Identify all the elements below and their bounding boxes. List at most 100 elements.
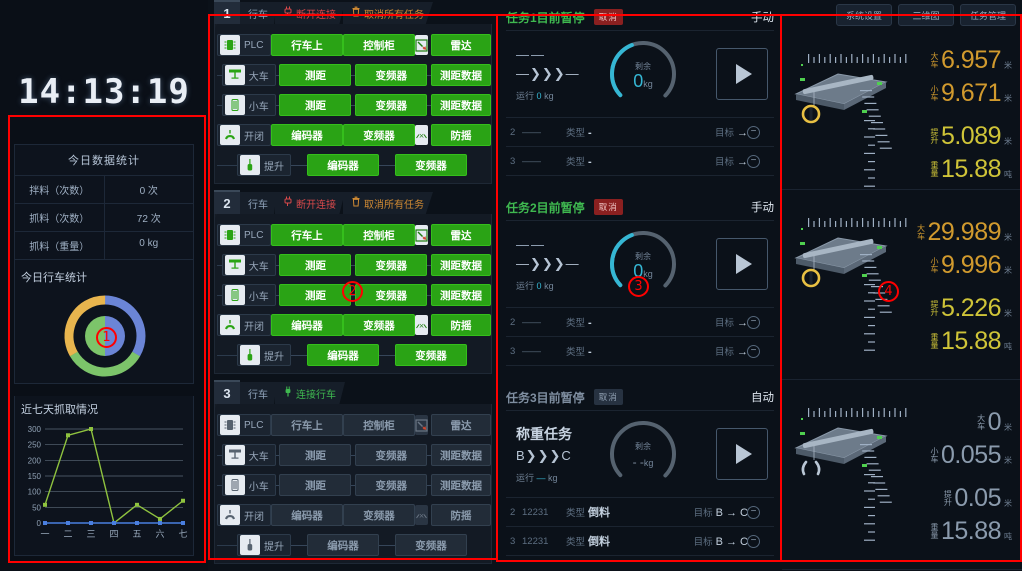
device-chip[interactable]: 开闭	[217, 124, 271, 146]
status-chip-stage3[interactable]: 测距数据	[431, 474, 491, 496]
status-chip-stage2[interactable]: 变频器	[343, 314, 415, 336]
cancel-all-tasks-button[interactable]: 取消所有任务	[343, 2, 433, 24]
play-icon	[736, 64, 752, 84]
status-chip-stage3[interactable]: 测距数据	[431, 444, 491, 466]
measurement-unit: 米	[1004, 265, 1012, 276]
status-chip-stage1[interactable]: 编码器	[271, 504, 343, 526]
play-task-button[interactable]	[716, 428, 768, 480]
device-chip[interactable]: 大车	[222, 254, 276, 276]
status-chip-stage2[interactable]: 控制柜	[343, 414, 415, 436]
device-chip[interactable]: 开闭	[217, 504, 271, 526]
crane-device-row: PLC行车上控制柜雷达	[215, 30, 491, 60]
device-chip[interactable]: 小车	[222, 94, 276, 116]
status-chip-stage3[interactable]: 雷达	[431, 414, 491, 436]
status-chip-stage2[interactable]: 控制柜	[343, 34, 415, 56]
tab-crane-label: 行车	[248, 386, 268, 401]
status-chip-stage3[interactable]: 测距数据	[431, 284, 491, 306]
device-chip[interactable]: 开闭	[217, 314, 271, 336]
remove-queue-item-button[interactable]: −	[747, 535, 760, 548]
remove-queue-item-button[interactable]: −	[747, 155, 760, 168]
status-chip-stage1[interactable]: 编码器	[307, 344, 379, 366]
status-chip-stage2[interactable]: 变频器	[355, 64, 427, 86]
measurement-label: 小车	[928, 85, 939, 101]
device-chip[interactable]: 提升	[237, 534, 291, 556]
cancel-task-button[interactable]: 取消	[594, 9, 623, 25]
trash-icon	[351, 6, 361, 20]
status-chip-stage2[interactable]: 变频器	[355, 474, 427, 496]
gantry-icon	[225, 445, 245, 465]
cancel-all-tasks-button[interactable]: 取消所有任务	[343, 192, 433, 214]
status-chip-stage1[interactable]: 测距	[279, 284, 351, 306]
hoist-icon	[240, 155, 260, 175]
device-chip[interactable]: PLC	[217, 34, 271, 56]
queue-goal-label: 目标	[715, 318, 734, 329]
crane-device-row: 小车测距变频器测距数据	[215, 470, 491, 500]
remove-queue-item-button[interactable]: −	[747, 345, 760, 358]
status-chip-stage2[interactable]: 变频器	[355, 254, 427, 276]
status-chip-stage3[interactable]: 防摇	[431, 124, 491, 146]
status-chip-stage2[interactable]: 变频器	[343, 504, 415, 526]
remove-queue-item-button[interactable]: −	[747, 506, 760, 519]
queue-goal: 目标→	[715, 344, 748, 358]
status-chip-stage2[interactable]: 变频器	[355, 444, 427, 466]
remove-queue-item-button[interactable]: −	[747, 316, 760, 329]
device-chip[interactable]: 大车	[222, 444, 276, 466]
measurement-unit: 米	[1004, 232, 1012, 243]
status-chip-stage3[interactable]: 雷达	[431, 34, 491, 56]
measurement-block-1: 大车6.957米小车9.671米提升5.089米重量15.88吨	[782, 0, 1022, 190]
status-chip-stage1[interactable]: 测距	[279, 474, 351, 496]
tab-crane[interactable]: 行车	[240, 192, 277, 214]
measurement-value: 15.88	[941, 517, 1001, 546]
status-chip-stage2[interactable]: 变频器	[395, 344, 467, 366]
play-task-button[interactable]	[716, 238, 768, 290]
gauge-value: - -	[633, 455, 644, 469]
status-chip-stage1[interactable]: 行车上	[271, 34, 343, 56]
measurement-row-小车: 小车0.055米	[884, 441, 1012, 470]
connector-line	[291, 165, 307, 166]
crane-device-row: 小车测距变频器测距数据	[215, 280, 491, 310]
status-chip-stage3[interactable]: 防摇	[431, 504, 491, 526]
status-chip-stage1[interactable]: 测距	[279, 254, 351, 276]
connect-crane-button[interactable]: 连接行车	[275, 382, 345, 404]
status-chip-stage1[interactable]: 编码器	[307, 534, 379, 556]
device-chip[interactable]: 小车	[222, 474, 276, 496]
status-chip-stage3[interactable]: 雷达	[431, 224, 491, 246]
status-chip-stage2[interactable]: 变频器	[355, 94, 427, 116]
status-chip-stage1[interactable]: 编码器	[307, 154, 379, 176]
status-chip-stage1[interactable]: 行车上	[271, 414, 343, 436]
trolley-icon	[225, 285, 245, 305]
status-chip-stage1[interactable]: 行车上	[271, 224, 343, 246]
status-chip-stage3[interactable]: 防摇	[431, 314, 491, 336]
device-chip[interactable]: 提升	[237, 154, 291, 176]
status-chip-stage2[interactable]: 变频器	[395, 154, 467, 176]
row-stub	[217, 165, 237, 166]
play-task-button[interactable]	[716, 48, 768, 100]
vertical-ruler	[864, 284, 875, 356]
status-chip-stage3[interactable]: 测距数据	[431, 94, 491, 116]
status-chip-stage1[interactable]: 测距	[279, 94, 351, 116]
status-chip-stage2[interactable]: 变频器	[355, 284, 427, 306]
status-chip-stage3[interactable]: 测距数据	[431, 64, 491, 86]
device-chip[interactable]: PLC	[217, 224, 271, 246]
status-chip-stage2[interactable]: 变频器	[343, 124, 415, 146]
device-chip[interactable]: 小车	[222, 284, 276, 306]
tab-crane[interactable]: 行车	[240, 2, 277, 24]
status-chip-stage1[interactable]: 测距	[279, 444, 351, 466]
status-chip-stage2[interactable]: 变频器	[395, 534, 467, 556]
crane-block-2: 2行车断开连接取消所有任务PLC行车上控制柜雷达大车测距变频器测距数据小车测距变…	[208, 190, 498, 380]
device-chip[interactable]: PLC	[217, 414, 271, 436]
tab-crane[interactable]: 行车	[240, 382, 277, 404]
task-title: 任务3目前暂停	[506, 389, 585, 406]
cancel-task-button[interactable]: 取消	[594, 199, 623, 215]
status-chip-stage3[interactable]: 测距数据	[431, 254, 491, 276]
device-chip[interactable]: 提升	[237, 344, 291, 366]
status-chip-stage1[interactable]: 编码器	[271, 314, 343, 336]
disconnect-crane-button[interactable]: 断开连接	[275, 192, 345, 214]
status-chip-stage1[interactable]: 测距	[279, 64, 351, 86]
disconnect-crane-button[interactable]: 断开连接	[275, 2, 345, 24]
remove-queue-item-button[interactable]: −	[747, 126, 760, 139]
cancel-task-button[interactable]: 取消	[594, 389, 623, 405]
status-chip-stage2[interactable]: 控制柜	[343, 224, 415, 246]
device-chip[interactable]: 大车	[222, 64, 276, 86]
status-chip-stage1[interactable]: 编码器	[271, 124, 343, 146]
